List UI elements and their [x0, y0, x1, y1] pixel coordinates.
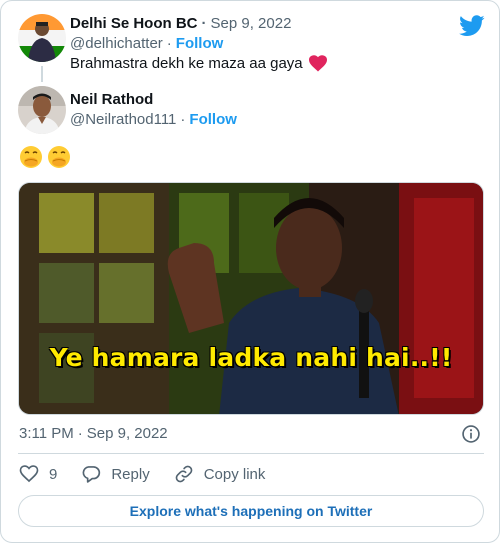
quoted-tweet-text: Brahmastra dekh ke maza aa gaya — [70, 55, 327, 72]
dot-separator: · — [180, 111, 186, 128]
reply-label: Reply — [111, 465, 150, 483]
info-icon[interactable] — [461, 424, 481, 444]
tweet-embed-card: Delhi Se Hoon BC · Sep 9, 2022 @delhichatt… — [0, 0, 500, 543]
quoted-tweet-date[interactable]: Sep 9, 2022 — [211, 15, 292, 32]
divider — [18, 453, 484, 454]
quoted-tweet-author[interactable]: Delhi Se Hoon BC · Sep 9, 2022 — [70, 15, 291, 32]
dot-separator: · — [166, 35, 172, 52]
meme-caption: Ye hamara ladka nahi hai..!! — [49, 343, 453, 372]
reply-button[interactable]: Reply — [81, 464, 150, 484]
follow-delhichatter-button[interactable]: Follow — [176, 35, 224, 52]
tweet-emoji-row — [19, 145, 71, 169]
quoted-handle-row: @delhichatter · Follow — [70, 35, 223, 52]
quoted-handle[interactable]: @delhichatter — [70, 35, 163, 52]
twitter-bird-icon[interactable] — [459, 15, 485, 37]
explore-twitter-button[interactable]: Explore what's happening on Twitter — [18, 495, 484, 527]
heart-outline-icon — [19, 465, 39, 483]
main-tweet-author[interactable]: Neil Rathod — [70, 91, 153, 108]
thread-connector-line — [41, 66, 43, 82]
red-heart-icon — [308, 55, 327, 72]
copy-link-button[interactable]: Copy link — [174, 464, 266, 484]
tweet-time[interactable]: 3:11 PM — [19, 425, 74, 442]
follow-neilrathod-button[interactable]: Follow — [189, 111, 237, 128]
like-button[interactable]: 9 — [19, 464, 57, 484]
tweet-timestamp[interactable]: 3:11 PM · Sep 9, 2022 — [19, 425, 168, 442]
neilrathod-avatar[interactable] — [18, 86, 66, 134]
main-handle[interactable]: @Neilrathod111 — [70, 111, 176, 128]
tweet-date[interactable]: Sep 9, 2022 — [87, 425, 168, 442]
quoted-tweet-body: Brahmastra dekh ke maza aa gaya — [70, 55, 303, 72]
main-handle-row: @Neilrathod111 · Follow — [70, 111, 237, 128]
dot-separator: · — [77, 425, 83, 442]
dot-separator: · — [201, 15, 207, 32]
face-with-hand-over-mouth-icon — [20, 146, 42, 168]
tweet-media-image[interactable]: Ye hamara ladka nahi hai..!! — [18, 182, 484, 415]
delhichatter-avatar[interactable] — [18, 14, 66, 62]
link-icon — [175, 465, 193, 483]
quoted-display-name[interactable]: Delhi Se Hoon BC — [70, 15, 198, 32]
face-with-hand-over-mouth-icon — [48, 146, 70, 168]
meme-image — [19, 183, 483, 414]
copy-link-label: Copy link — [203, 465, 266, 483]
like-count: 9 — [49, 465, 58, 483]
reply-bubble-icon — [82, 466, 101, 483]
tweet-actions: 9 Reply Copy link — [19, 464, 289, 484]
